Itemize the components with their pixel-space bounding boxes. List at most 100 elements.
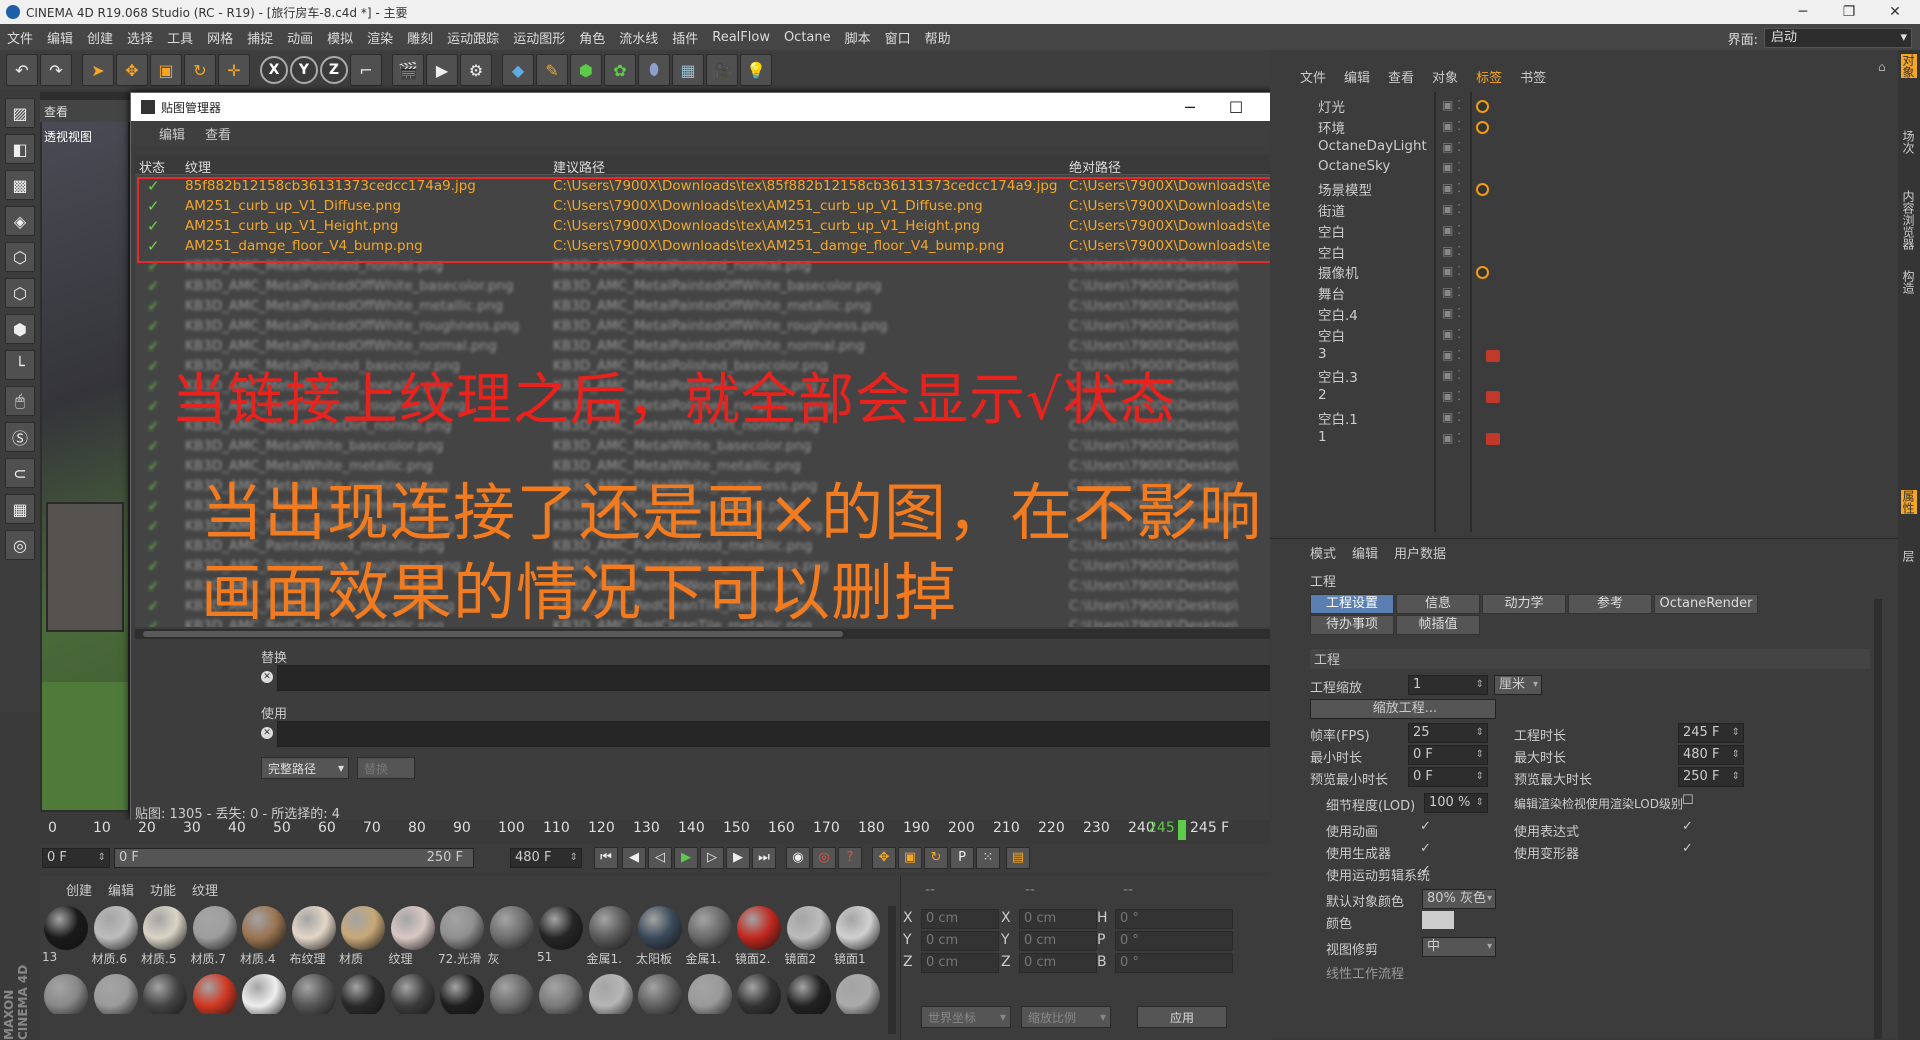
menu-item[interactable]: 工具 xyxy=(160,28,200,47)
material-swatch[interactable]: 51 xyxy=(537,906,585,970)
visibility-toggle-icon[interactable]: ▣ ⁚ xyxy=(1442,410,1461,424)
col-absolute-path[interactable]: 绝对路径 xyxy=(1069,157,1121,176)
use-input[interactable] xyxy=(277,721,1295,747)
object-row[interactable]: 2 xyxy=(1318,387,1327,407)
menu-item[interactable]: 创建 xyxy=(80,28,120,47)
object-row[interactable]: 场景模型 xyxy=(1318,179,1372,199)
menu-item[interactable]: 角色 xyxy=(572,28,612,47)
scale-field[interactable]: 1 ⇕ xyxy=(1408,675,1488,695)
timeline-ruler[interactable]: 0 10 20 30 40 50 60 70 80 90 100 110 120 130 140 150 160… xyxy=(40,820,1270,840)
visibility-toggle-icon[interactable]: ▣ ⁚ xyxy=(1442,202,1461,216)
current-frame-field[interactable]: 0 F ⇕ xyxy=(42,848,110,868)
camera-tag-icon[interactable] xyxy=(1486,391,1500,404)
key-scale-icon[interactable]: ▣ xyxy=(898,847,922,869)
viewport-menu-view[interactable]: 查看 xyxy=(44,105,68,119)
object-row[interactable]: 灯光 xyxy=(1318,96,1345,116)
move-icon[interactable]: ✥ xyxy=(116,54,148,86)
camera-icon[interactable]: 🎥 xyxy=(706,54,738,86)
material-swatch[interactable]: 镜面2. xyxy=(735,906,783,970)
coord-value-field[interactable]: 0 cm xyxy=(1019,953,1097,973)
restore-button[interactable]: ❐ xyxy=(1826,0,1872,24)
attr-menu-userdata[interactable]: 用户数据 xyxy=(1394,543,1446,562)
visibility-toggle-icon[interactable]: ▣ ⁚ xyxy=(1442,389,1461,403)
object-row[interactable]: 空白 xyxy=(1318,221,1345,241)
material-swatch[interactable] xyxy=(636,974,684,1014)
vertical-tab[interactable]: 构造 xyxy=(1901,270,1917,294)
use-animation-checkbox[interactable]: ✓ xyxy=(1420,819,1431,834)
objmgr-menu-item[interactable]: 文件 xyxy=(1300,67,1326,86)
material-swatch[interactable] xyxy=(537,974,585,1014)
menu-item[interactable]: 运动图形 xyxy=(506,28,572,47)
menu-item[interactable]: 编辑 xyxy=(40,28,80,47)
dialog-maximize-button[interactable]: ☐ xyxy=(1213,93,1259,121)
material-swatch[interactable]: 材质.5 xyxy=(141,906,189,970)
visibility-toggle-icon[interactable]: ▣ ⁚ xyxy=(1442,431,1461,445)
dialog-menu-view[interactable]: 查看 xyxy=(205,124,231,143)
objmgr-menu-item[interactable]: 对象 xyxy=(1432,67,1458,86)
material-swatch[interactable]: 镜面1 xyxy=(834,906,882,970)
subdivision-icon[interactable]: ⬢ xyxy=(570,54,602,86)
rotate-icon[interactable]: ↻ xyxy=(184,54,216,86)
camera-tag-icon[interactable] xyxy=(1486,432,1500,445)
object-row[interactable]: 舞台 xyxy=(1318,283,1345,303)
attr-tab[interactable]: 动力学 xyxy=(1482,594,1566,614)
menu-item[interactable]: Octane xyxy=(777,30,838,45)
coord-value-field[interactable]: 0 ° xyxy=(1115,953,1233,973)
select-arrow-icon[interactable]: ➤ xyxy=(82,54,114,86)
visibility-toggle-icon[interactable]: ▣ ⁚ xyxy=(1442,160,1461,174)
cloner-icon[interactable]: ✿ xyxy=(604,54,636,86)
coord-value-field[interactable]: 0 cm xyxy=(1019,931,1097,951)
texture-tag-icon[interactable] xyxy=(1476,120,1489,134)
timeline-current-marker[interactable] xyxy=(1178,820,1186,840)
axis-mode-icon[interactable]: └ xyxy=(5,350,35,380)
next-frame-icon[interactable]: ▷ xyxy=(700,847,724,869)
object-row[interactable]: 空白 xyxy=(1318,242,1345,262)
table-row[interactable]: ✓ KB3D_AMC_MetalPaintedOffWhite_roughness… xyxy=(135,317,1295,337)
min-time-field[interactable]: 0 F ⇕ xyxy=(1408,745,1488,765)
objmgr-menu-item[interactable]: 书签 xyxy=(1520,67,1546,86)
key-param-icon[interactable]: P xyxy=(950,847,974,869)
attr-tab[interactable]: OctaneRender xyxy=(1654,594,1758,614)
menu-item[interactable]: 选择 xyxy=(120,28,160,47)
dialog-minimize-button[interactable]: ─ xyxy=(1167,93,1213,121)
scale-icon[interactable]: ▣ xyxy=(150,54,182,86)
attr-tab[interactable]: 帧插值 xyxy=(1396,615,1480,635)
menu-item[interactable]: 运动跟踪 xyxy=(440,28,506,47)
snap-icon[interactable]: Ⓢ xyxy=(5,422,35,452)
world-coords-select[interactable]: 世界坐标 ▾ xyxy=(921,1006,1011,1028)
apply-button[interactable]: 应用 xyxy=(1137,1006,1227,1028)
clear-replace-icon[interactable]: ✕ xyxy=(261,671,273,683)
table-row[interactable]: ✓ KB3D_AMC_MetalPaintedOffWhite_normal.pn… xyxy=(135,337,1295,357)
keyframe-selection-icon[interactable]: ? xyxy=(838,847,862,869)
vertical-tab[interactable]: 场次 xyxy=(1901,130,1917,154)
magnet-icon[interactable]: ⊂ xyxy=(5,458,35,488)
object-row[interactable]: 空白.1 xyxy=(1318,408,1358,428)
material-swatch[interactable]: 纹理 xyxy=(389,906,437,970)
project-time-field[interactable]: 245 F ⇕ xyxy=(1678,723,1744,743)
material-swatch[interactable] xyxy=(42,974,90,1014)
view-clip-select[interactable]: 中 ▾ xyxy=(1422,937,1496,957)
menu-item[interactable]: 渲染 xyxy=(360,28,400,47)
lod-field[interactable]: 100 % ⇕ xyxy=(1424,793,1488,813)
menu-item[interactable]: 模拟 xyxy=(320,28,360,47)
coord-value-field[interactable]: 0 ° xyxy=(1115,931,1233,951)
visibility-toggle-icon[interactable]: ▣ ⁚ xyxy=(1442,368,1461,382)
light-icon[interactable]: 💡 xyxy=(740,54,772,86)
clear-use-icon[interactable]: ✕ xyxy=(261,727,273,739)
last-tool-icon[interactable]: ✛ xyxy=(218,54,250,86)
objmgr-menu-item[interactable]: 编辑 xyxy=(1344,67,1370,86)
texture-tag-icon[interactable] xyxy=(1476,100,1489,113)
render-view-icon[interactable]: 🎬 xyxy=(392,54,424,86)
workplane-icon[interactable]: ◈ xyxy=(5,206,35,236)
objmgr-menu-item[interactable]: 查看 xyxy=(1388,67,1414,86)
material-swatch[interactable] xyxy=(389,974,437,1014)
mat-menu-edit[interactable]: 编辑 xyxy=(108,880,134,899)
vertical-tab[interactable]: 层 xyxy=(1901,550,1917,562)
texture-tag-icon[interactable] xyxy=(1476,183,1489,197)
menu-item[interactable]: 脚本 xyxy=(838,28,878,47)
edges-mode-icon[interactable]: ⬡ xyxy=(5,278,35,308)
polygons-mode-icon[interactable]: ⬢ xyxy=(5,314,35,344)
object-row[interactable]: OctaneDayLight xyxy=(1318,138,1427,158)
tweak-mode-icon[interactable]: 🖱 xyxy=(5,386,35,416)
material-swatch[interactable]: 材质 xyxy=(339,906,387,970)
